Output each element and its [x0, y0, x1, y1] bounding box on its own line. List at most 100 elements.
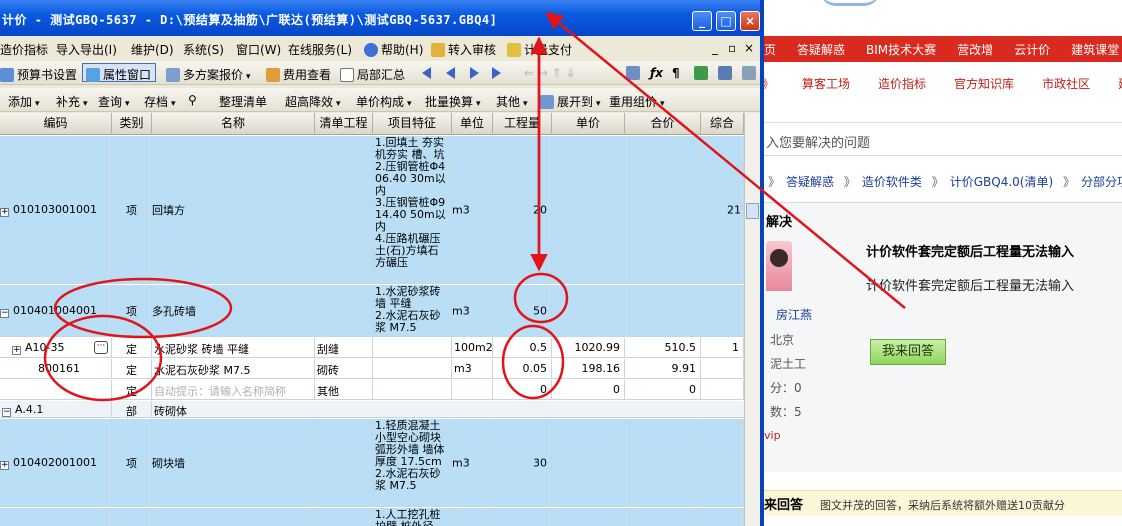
supplement-button[interactable]: 补充 [56, 93, 88, 110]
code-cell[interactable]: +010402001001 [0, 419, 112, 507]
list-cell[interactable] [315, 285, 373, 337]
name-cell[interactable] [152, 508, 315, 526]
minimize-button[interactable]: _ [692, 11, 712, 31]
menu-system[interactable]: 系统(S) [183, 41, 224, 58]
query-button[interactable]: 查询 [98, 93, 130, 110]
menu-window[interactable]: 窗口(W) [236, 41, 281, 58]
composite-cell[interactable] [701, 419, 744, 507]
last-record-icon[interactable] [492, 67, 501, 79]
col-header-unit-price[interactable]: 单价 [552, 113, 625, 135]
menu-maintain[interactable]: 维护(D) [131, 41, 174, 58]
feature-cell[interactable] [373, 380, 452, 400]
other-button[interactable]: 其他 [496, 93, 528, 110]
formula-icon[interactable]: ƒx [650, 66, 663, 80]
type-cell[interactable]: 项 [112, 285, 152, 337]
composite-cell[interactable]: 21 [701, 136, 744, 284]
move-arrows-icon[interactable]: ⇐ ⇒ ⇑ ⇓ [524, 66, 576, 80]
code-cell[interactable] [0, 508, 112, 526]
close-button[interactable]: × [740, 11, 760, 31]
unit-cell[interactable]: 100m2 [452, 338, 493, 358]
code-cell[interactable]: +010103001001 [0, 136, 112, 284]
total-cell[interactable] [625, 508, 701, 526]
composite-cell[interactable] [701, 285, 744, 337]
unit-price-cell[interactable] [552, 508, 625, 526]
col-header-quantity[interactable]: 工程量 [493, 113, 552, 135]
print-icon[interactable] [742, 66, 756, 80]
table-row[interactable]: 800161 定 水泥石灰砂浆 M7.5 砌砖 m3 0.05 198.16 9… [0, 359, 744, 379]
code-cell[interactable]: + A10-35 ··· [0, 338, 112, 358]
sub-nav-item[interactable]: 造价指标 [878, 75, 926, 92]
sub-nav-item[interactable]: 官方知识库 [954, 75, 1014, 92]
code-cell[interactable]: 800161 [0, 359, 112, 379]
type-cell[interactable]: 定 [112, 338, 152, 358]
name-cell[interactable]: 砖砌体 [152, 401, 744, 418]
list-cell[interactable] [315, 136, 373, 284]
expand-icon[interactable]: + [12, 346, 21, 355]
quantity-cell[interactable]: 0.05 [493, 359, 552, 379]
nav-item-qa[interactable]: 答疑解惑 [797, 41, 845, 58]
scrollbar-thumb[interactable] [746, 203, 759, 219]
unit-price-cell[interactable]: 198.16 [552, 359, 625, 379]
menu-measure-pay[interactable]: 计量支付 [507, 41, 572, 58]
breadcrumb-item[interactable]: 分部分项 [1081, 175, 1122, 189]
menu-cost-index[interactable]: 造价指标 [0, 41, 48, 58]
feature-cell[interactable] [373, 338, 452, 358]
multi-plan-quote-button[interactable]: 多方案报价 [166, 66, 251, 83]
collapse-icon[interactable]: − [0, 309, 9, 318]
mdi-minimize-button[interactable]: _ [712, 41, 718, 55]
type-cell[interactable]: 定 [112, 380, 152, 400]
col-header-code[interactable]: 编码 [0, 113, 112, 135]
nav-item-class[interactable]: 建筑课堂 [1071, 41, 1119, 58]
unit-cell[interactable]: m3 [452, 136, 493, 284]
calculator-icon[interactable] [626, 66, 640, 80]
prev-record-icon[interactable] [446, 67, 455, 79]
name-cell[interactable]: 水泥石灰砂浆 M7.5 [152, 359, 315, 379]
unit-cell[interactable]: m3 [452, 285, 493, 337]
type-cell[interactable]: 项 [112, 136, 152, 284]
budget-settings-button[interactable]: 预算书设置 [0, 66, 77, 83]
col-header-name[interactable]: 名称 [152, 113, 315, 135]
property-window-button[interactable]: 属性窗口 [86, 66, 151, 83]
table-row[interactable]: +010402001001 项 砌块墙 1.轻质混凝土小型空心砌块 弧形外墙 墙… [0, 419, 744, 507]
col-header-type[interactable]: 类别 [112, 113, 152, 135]
type-cell[interactable] [112, 508, 152, 526]
first-record-icon[interactable] [422, 67, 431, 79]
sub-nav-item[interactable]: 市政社区 [1042, 75, 1090, 92]
quantity-cell[interactable]: 20 [493, 136, 552, 284]
unit-cell[interactable] [452, 380, 493, 400]
sub-nav-item[interactable]: 算客工场 [802, 75, 850, 92]
menu-online-service[interactable]: 在线服务(L) [288, 41, 352, 58]
answer-button[interactable]: 我来回答 [870, 339, 946, 365]
list-cell[interactable] [315, 419, 373, 507]
partial-summary-checkbox[interactable]: 局部汇总 [340, 66, 405, 83]
code-cell[interactable]: − A.4.1 [0, 401, 112, 418]
total-cell[interactable]: 0 [625, 380, 701, 400]
nav-item-bim[interactable]: BIM技术大赛 [866, 41, 936, 58]
type-cell[interactable]: 定 [112, 359, 152, 379]
menu-help[interactable]: 帮助(H) [364, 41, 423, 58]
unit-cell[interactable]: m3 [452, 419, 493, 507]
composite-cell[interactable] [701, 508, 744, 526]
table-row[interactable]: + A10-35 ··· 定 水泥砂浆 砖墙 平缝 刮缝 100m2 0.5 102… [0, 338, 744, 358]
user-name[interactable]: 房江燕 [776, 306, 812, 323]
col-header-unit[interactable]: 单位 [452, 113, 493, 135]
col-header-composite[interactable]: 综合 [701, 113, 744, 135]
vertical-scrollbar[interactable] [744, 113, 760, 526]
next-record-icon[interactable] [470, 67, 479, 79]
quantity-cell[interactable]: 50 [493, 285, 552, 337]
mdi-close-button[interactable]: × [744, 41, 754, 55]
unit-price-cell[interactable] [552, 136, 625, 284]
name-cell[interactable]: 回填方 [152, 136, 315, 284]
total-cell[interactable] [625, 285, 701, 337]
name-cell[interactable]: 水泥砂浆 砖墙 平缝 [152, 338, 315, 358]
menu-transfer-audit[interactable]: 转入审核 [431, 41, 496, 58]
code-cell[interactable] [0, 380, 112, 400]
unit-price-cell[interactable] [552, 285, 625, 337]
quantity-cell[interactable]: 0 [493, 380, 552, 400]
expand-to-button[interactable]: 展开到 [540, 93, 601, 110]
batch-convert-button[interactable]: 批量换算 [425, 93, 481, 110]
total-cell[interactable] [625, 136, 701, 284]
total-cell[interactable]: 510.5 [625, 338, 701, 358]
composite-cell[interactable] [701, 380, 744, 400]
list-cell[interactable]: 刮缝 [315, 338, 373, 358]
